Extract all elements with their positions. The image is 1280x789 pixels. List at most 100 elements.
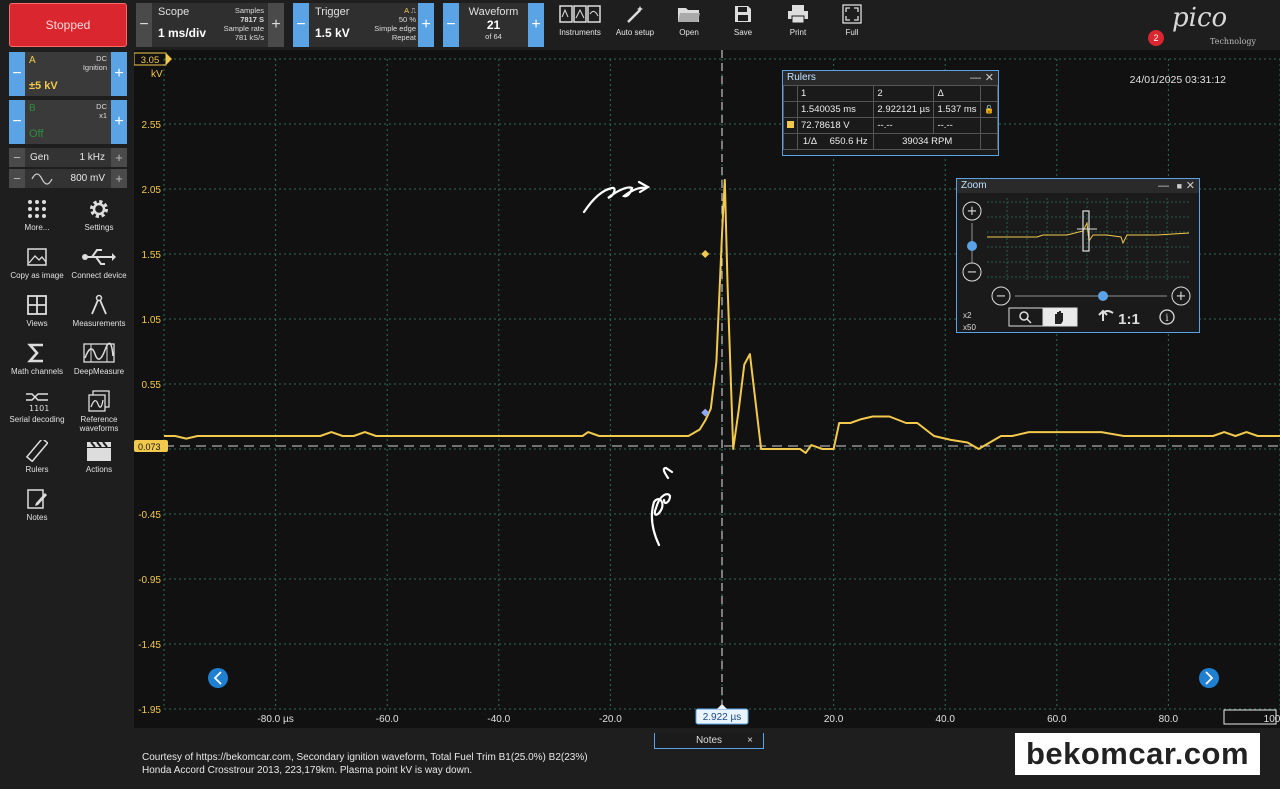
samples-value[interactable]: 7817 S [224,15,264,24]
auto-setup-button[interactable]: Auto setup [608,4,662,44]
print-button[interactable]: Print [771,4,825,44]
timebase-increase-button[interactable]: + [268,3,284,47]
notes-tab[interactable]: Notes × [654,733,764,749]
vertical-zoom-slider[interactable] [967,241,977,251]
ruler-level-marker[interactable]: 0.073 [134,440,168,453]
image-icon [27,248,47,266]
compass-icon [91,294,107,315]
gen-amp-increase-button[interactable]: + [111,169,127,188]
deepmeasure-icon [83,342,115,363]
rulers-window-title[interactable]: Rulers — ✕ [783,71,998,85]
settings-button[interactable]: Settings [67,198,131,244]
trigger-decrease-button[interactable]: − [293,3,309,47]
reference-icon [88,390,110,412]
x-tick-label: -20.0 [599,714,622,725]
trigger-control: − Trigger 1.5 kV A ⎍ 50 % Simple edge Re… [293,3,434,47]
annotation-arrow-up [650,466,674,547]
channel-b-card[interactable]: − B DC x1 Off + [9,100,127,144]
save-button[interactable]: Save [716,4,770,44]
trigger-mode[interactable]: Repeat [374,33,416,42]
lock-icon[interactable]: 🔓 [980,101,998,118]
maximize-icon[interactable]: ■ [1177,179,1182,193]
gen-freq-decrease-button[interactable]: − [9,148,25,167]
timebase-decrease-button[interactable]: − [136,3,152,47]
pico-logo-subtitle: Technology [1210,37,1257,46]
channel-a-decrease-button[interactable]: − [9,52,25,96]
run-stop-button[interactable]: Stopped [9,3,127,47]
close-icon[interactable]: ✕ [1186,179,1195,193]
horizontal-zoom-out-button[interactable]: − [991,286,1011,306]
serial-decoding-button[interactable]: 1101 Serial decoding [5,390,69,436]
trigger-increase-button[interactable]: + [418,3,434,47]
channel-b-increase-button[interactable]: + [111,100,127,144]
copy-as-image-button[interactable]: Copy as image [5,246,69,292]
instruments-label: Instruments [559,28,601,37]
sigma-icon [27,343,43,363]
notification-badge[interactable]: 2 [1148,30,1164,46]
ruler-time-readout[interactable]: 2.922 µs [695,704,749,725]
gen-amp-decrease-button[interactable]: − [9,169,25,188]
pico-logo: pico [1172,3,1228,33]
zoom-reset-button[interactable]: 1:1 [1098,309,1140,328]
zoom-overview[interactable]: + − − + x2 x50 1:1 i [957,193,1199,332]
zoom-tool-button[interactable] [1008,307,1044,327]
rulers-button[interactable]: Rulers [5,440,69,486]
trigger-type[interactable]: Simple edge [374,24,416,33]
ruler-time-delta: 1.537 ms [933,101,982,118]
minimize-icon[interactable]: — [1158,179,1169,193]
rulers-title-text: Rulers [787,72,816,83]
gen-amplitude[interactable]: 800 mV [71,173,105,184]
scroll-left-button[interactable] [208,668,228,688]
notes-button[interactable]: Notes [5,488,69,534]
channel-b-name: B [29,103,36,114]
more-button[interactable]: More... [5,198,69,244]
sample-rate-label: Sample rate [223,24,264,33]
trigger-edge-icon: ⎍ [410,6,416,15]
full-screen-button[interactable]: Full [825,4,879,44]
notes-close-icon[interactable]: × [747,735,753,746]
channel-b-coupling: DC [96,102,107,111]
waveform-next-button[interactable]: + [528,3,544,47]
math-channels-button[interactable]: Math channels [5,342,69,388]
y-tick-label: 0.55 [142,380,162,391]
measurements-button[interactable]: Measurements [67,294,131,340]
printer-icon [788,5,808,24]
close-icon[interactable]: ✕ [985,71,994,85]
horizontal-zoom-slider[interactable] [1098,291,1108,301]
zoom-overview-window[interactable]: Zoom — ■ ✕ + − − + x2 x50 1:1 i [956,178,1200,333]
connect-device-button[interactable]: Connect device [67,246,131,292]
waveform-plot[interactable]: 3.05 2.55 2.05 1.55 1.05 0.55 -0.45 -0.95 -1.45 -… [134,50,1280,728]
scroll-right-button[interactable] [1199,668,1219,688]
scope-view[interactable]: 3.05 2.55 2.05 1.55 1.05 0.55 -0.45 -0.95 -1.45 -… [134,50,1280,728]
zoom-window-title[interactable]: Zoom — ■ ✕ [957,179,1199,193]
minimize-icon[interactable]: — [970,71,981,85]
zoom-reset-text: 1:1 [1118,311,1140,328]
horizontal-zoom-in-button[interactable]: + [1171,286,1191,306]
channel-a-increase-button[interactable]: + [111,52,127,96]
actions-button[interactable]: Actions [67,440,131,486]
gen-label: Gen [30,152,49,163]
rulers-window[interactable]: Rulers — ✕ 1 2 Δ 1.540035 ms 2.922121 µs… [782,70,999,156]
waveform-prev-button[interactable]: − [443,3,459,47]
deepmeasure-button[interactable]: DeepMeasure [67,342,131,388]
vertical-zoom-out-button[interactable]: − [962,262,982,282]
channel-a-card[interactable]: − A DC Ignition ±5 kV + [9,52,127,96]
gen-frequency[interactable]: 1 kHz [79,152,105,163]
waveform-total: of 64 [485,32,502,41]
instruments-button[interactable]: Instruments [553,4,607,44]
vertical-zoom-in-button[interactable]: + [962,201,982,221]
channel-b-decrease-button[interactable]: − [9,100,25,144]
notes-text[interactable]: Courtesy of https://bekomcar.com, Second… [142,751,842,777]
clapper-icon [87,441,111,461]
x-axis-ticks: -80.0 µs -60.0 -40.0 -20.0 20.0 40.0 60.0 80.0 1… [257,714,1280,725]
gen-freq-increase-button[interactable]: + [111,148,127,167]
channel-b-range[interactable]: Off [29,128,43,140]
waveform-number[interactable]: 21 [465,18,522,32]
zoom-info-icon[interactable]: i [1159,309,1175,325]
views-button[interactable]: Views [5,294,69,340]
reference-waveforms-button[interactable]: Reference waveforms [67,390,131,436]
channel-a-range[interactable]: ±5 kV [29,80,58,92]
open-button[interactable]: Open [662,4,716,44]
timebase-control: − Scope 1 ms/div Samples 7817 S Sample r… [136,3,284,47]
svg-text:1101: 1101 [29,404,49,412]
